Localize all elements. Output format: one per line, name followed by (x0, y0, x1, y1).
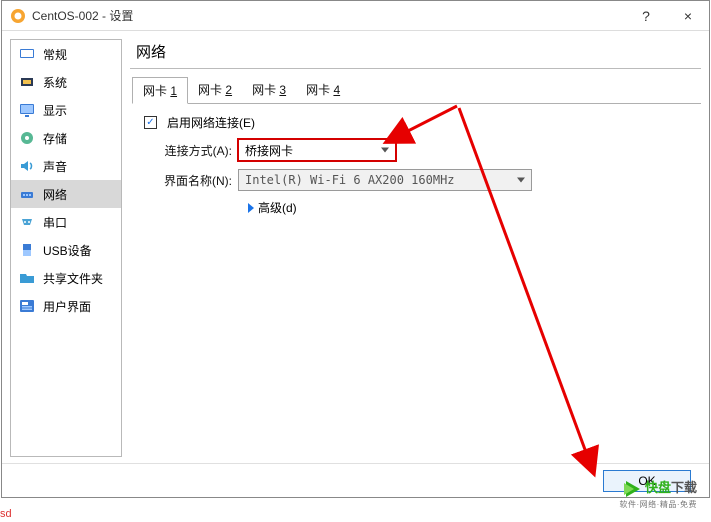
tab-adapter-3[interactable]: 网卡 3 (242, 77, 296, 103)
tab-adapter-2[interactable]: 网卡 2 (188, 77, 242, 103)
app-icon (10, 8, 26, 24)
display-icon (19, 102, 35, 118)
window-title: CentOS-002 - 设置 (32, 7, 625, 24)
sidebar-item-network[interactable]: 网络 (11, 180, 121, 208)
enable-network-label: 启用网络连接(E) (167, 114, 255, 131)
close-button[interactable]: × (667, 1, 709, 31)
adapter-tabs: 网卡 1 网卡 2 网卡 3 网卡 4 (132, 77, 701, 104)
expand-icon (248, 203, 254, 213)
sidebar: 常规 系统 显示 存储 声音 网络 (10, 39, 122, 457)
sidebar-item-label: 串口 (43, 214, 67, 231)
serial-icon (19, 214, 35, 230)
attach-label: 连接方式(A): (144, 142, 232, 159)
sidebar-item-label: 网络 (43, 186, 67, 203)
sidebar-item-label: 声音 (43, 158, 67, 175)
interface-name-label: 界面名称(N): (144, 172, 232, 189)
corner-note: sd (0, 508, 12, 520)
ui-icon (19, 298, 35, 314)
tab-adapter-1[interactable]: 网卡 1 (132, 77, 188, 104)
sidebar-item-label: 常规 (43, 46, 67, 63)
sidebar-item-general[interactable]: 常规 (11, 40, 121, 68)
body: 常规 系统 显示 存储 声音 网络 (2, 31, 709, 463)
general-icon (19, 46, 35, 62)
enable-row: ✓ 启用网络连接(E) (144, 114, 691, 131)
sidebar-item-display[interactable]: 显示 (11, 96, 121, 124)
sidebar-item-audio[interactable]: 声音 (11, 152, 121, 180)
storage-icon (19, 130, 35, 146)
system-icon (19, 74, 35, 90)
attach-row: 连接方式(A): 桥接网卡 (144, 139, 691, 161)
page-title: 网络 (130, 39, 701, 69)
sidebar-item-label: 系统 (43, 74, 67, 91)
sidebar-item-serial[interactable]: 串口 (11, 208, 121, 236)
footer: OK (2, 463, 709, 497)
tab-adapter-4[interactable]: 网卡 4 (296, 77, 350, 103)
audio-icon (19, 158, 35, 174)
sidebar-item-label: USB设备 (43, 242, 92, 259)
sidebar-item-storage[interactable]: 存储 (11, 124, 121, 152)
name-row: 界面名称(N): Intel(R) Wi-Fi 6 AX200 160MHz (144, 169, 691, 191)
sidebar-item-label: 显示 (43, 102, 67, 119)
sidebar-item-label: 存储 (43, 130, 67, 147)
watermark: 快盘下载 软件·网络·精品·免费 (620, 477, 698, 510)
advanced-toggle[interactable]: 高级(d) (248, 199, 691, 216)
interface-name-select[interactable]: Intel(R) Wi-Fi 6 AX200 160MHz (238, 169, 532, 191)
enable-network-checkbox[interactable]: ✓ (144, 116, 157, 129)
sidebar-item-label: 用户界面 (43, 298, 91, 315)
adapter-panel: ✓ 启用网络连接(E) 连接方式(A): 桥接网卡 界面名称(N): Intel… (130, 104, 701, 220)
sidebar-item-usb[interactable]: USB设备 (11, 236, 121, 264)
sidebar-item-shared[interactable]: 共享文件夹 (11, 264, 121, 292)
settings-window: CentOS-002 - 设置 ? × 常规 系统 显示 存储 (1, 0, 710, 498)
watermark-icon (622, 479, 642, 499)
titlebar: CentOS-002 - 设置 ? × (2, 1, 709, 31)
sidebar-item-system[interactable]: 系统 (11, 68, 121, 96)
help-button[interactable]: ? (625, 1, 667, 31)
network-icon (19, 186, 35, 202)
sidebar-item-ui[interactable]: 用户界面 (11, 292, 121, 320)
usb-icon (19, 242, 35, 258)
sidebar-item-label: 共享文件夹 (43, 270, 103, 287)
main-panel: 网络 网卡 1 网卡 2 网卡 3 网卡 4 ✓ 启用网络连接(E) 连接方式(… (130, 39, 701, 457)
folder-icon (19, 270, 35, 286)
attach-mode-select[interactable]: 桥接网卡 (238, 139, 396, 161)
advanced-label: 高级(d) (258, 199, 297, 216)
